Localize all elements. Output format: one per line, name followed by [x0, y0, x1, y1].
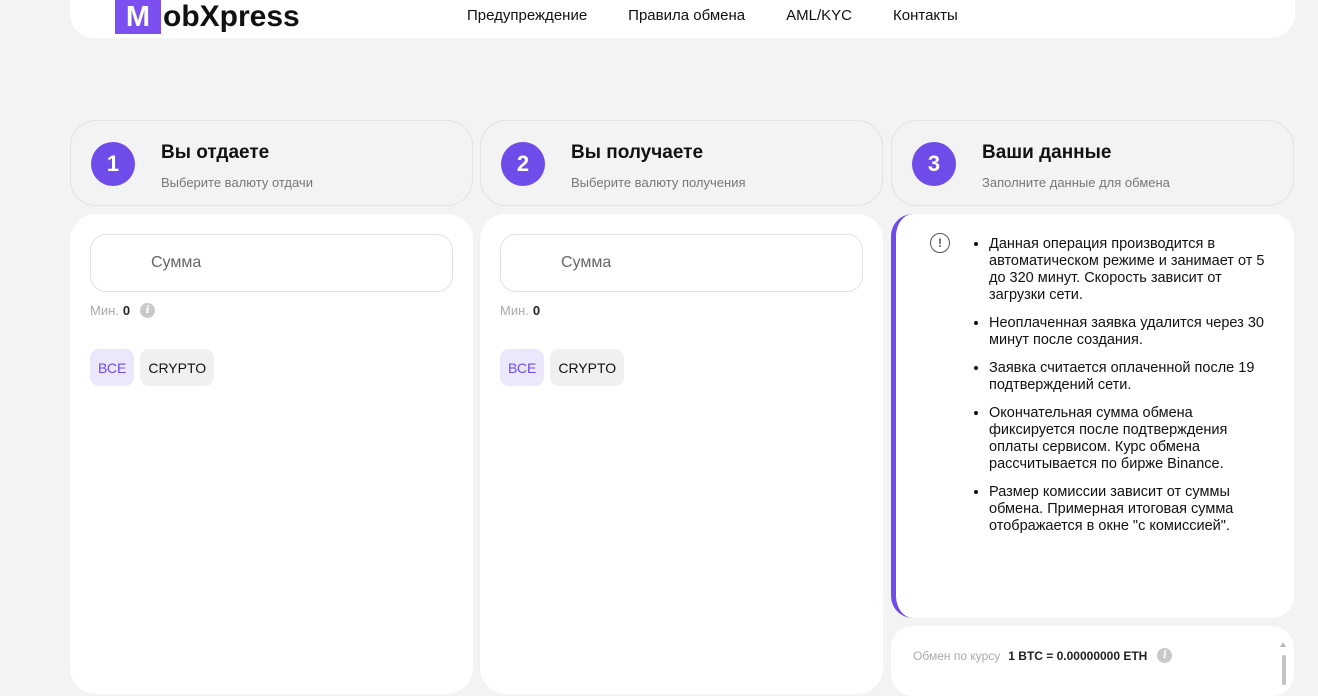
filter-all-button[interactable]: ВСЕ	[90, 349, 135, 386]
step-subtitle: Выберите валюту получения	[571, 175, 746, 190]
step-number: 3	[912, 142, 956, 186]
filter-crypto-button[interactable]: CRYPTO	[550, 349, 625, 386]
min-label: Мин.	[500, 303, 529, 318]
site-header: M obXpress Предупреждение Правила обмена…	[70, 0, 1295, 38]
step-number: 1	[91, 142, 135, 186]
give-currency-filters: ВСЕ CRYPTO	[90, 349, 220, 386]
step-give: 1 Вы отдаете Выберите валюту отдачи	[70, 120, 473, 206]
rate-value: 1 BTC = 0.00000000 ETH	[1008, 648, 1148, 663]
notice-item: Неоплаченная заявка удалится через 30 ми…	[989, 315, 1279, 349]
receive-panel: Мин. 0 ВСЕ CRYPTO	[480, 214, 883, 694]
notice-item: Размер комиссии зависит от суммы обмена.…	[989, 484, 1279, 535]
filter-all-button[interactable]: ВСЕ	[500, 349, 545, 386]
receive-currency-filters: ВСЕ CRYPTO	[500, 349, 630, 386]
filter-crypto-button[interactable]: CRYPTO	[140, 349, 215, 386]
nav-link-rules[interactable]: Правила обмена	[628, 7, 745, 24]
rate-label: Обмен по курсу	[913, 648, 1001, 663]
step-your-data: 3 Ваши данные Заполните данные для обмен…	[891, 120, 1294, 206]
nav-link-contacts[interactable]: Контакты	[893, 7, 958, 24]
exclamation-circle-icon: !	[930, 233, 950, 253]
scroll-up-arrow-icon[interactable]	[1280, 642, 1286, 647]
logo-text: obXpress	[163, 0, 300, 33]
info-icon[interactable]: i	[140, 303, 156, 318]
notice-item: Заявка считается оплаченной после 19 под…	[989, 360, 1279, 394]
receive-min-amount: Мин. 0	[500, 303, 540, 318]
scrollbar[interactable]	[1280, 642, 1286, 685]
info-icon[interactable]: i	[1157, 648, 1173, 663]
step-title: Вы отдаете	[161, 142, 270, 163]
exchange-rate-box: Обмен по курсу 1 BTC = 0.00000000 ETH i	[891, 626, 1294, 696]
notice-list: Данная операция производится в автоматич…	[989, 236, 1279, 546]
step-number: 2	[501, 142, 545, 186]
scroll-thumb[interactable]	[1282, 655, 1286, 685]
min-value: 0	[532, 303, 541, 318]
notice-item: Данная операция производится в автоматич…	[989, 236, 1279, 304]
give-amount-input[interactable]	[90, 234, 453, 292]
step-title: Ваши данные	[982, 142, 1112, 163]
nav-link-warning[interactable]: Предупреждение	[467, 7, 587, 24]
step-receive: 2 Вы получаете Выберите валюту получения	[480, 120, 883, 206]
notice-item: Окончательная сумма обмена фиксируется п…	[989, 405, 1279, 473]
logo[interactable]: M obXpress	[115, 0, 300, 34]
receive-amount-input[interactable]	[500, 234, 863, 292]
nav-link-aml-kyc[interactable]: AML/KYC	[786, 7, 852, 24]
give-min-amount: Мин. 0 i	[90, 303, 156, 318]
min-label: Мин.	[90, 303, 119, 318]
exchange-rate: Обмен по курсу 1 BTC = 0.00000000 ETH i	[913, 648, 1173, 663]
exchange-notice: ! Данная операция производится в автомат…	[891, 214, 1294, 618]
give-panel: Мин. 0 i ВСЕ CRYPTO	[70, 214, 473, 694]
min-value: 0	[122, 303, 131, 318]
step-subtitle: Заполните данные для обмена	[982, 175, 1170, 190]
logo-mark: M	[115, 0, 161, 34]
main-nav: Предупреждение Правила обмена AML/KYC Ко…	[467, 7, 999, 24]
step-subtitle: Выберите валюту отдачи	[161, 175, 313, 190]
step-title: Вы получаете	[571, 142, 704, 163]
